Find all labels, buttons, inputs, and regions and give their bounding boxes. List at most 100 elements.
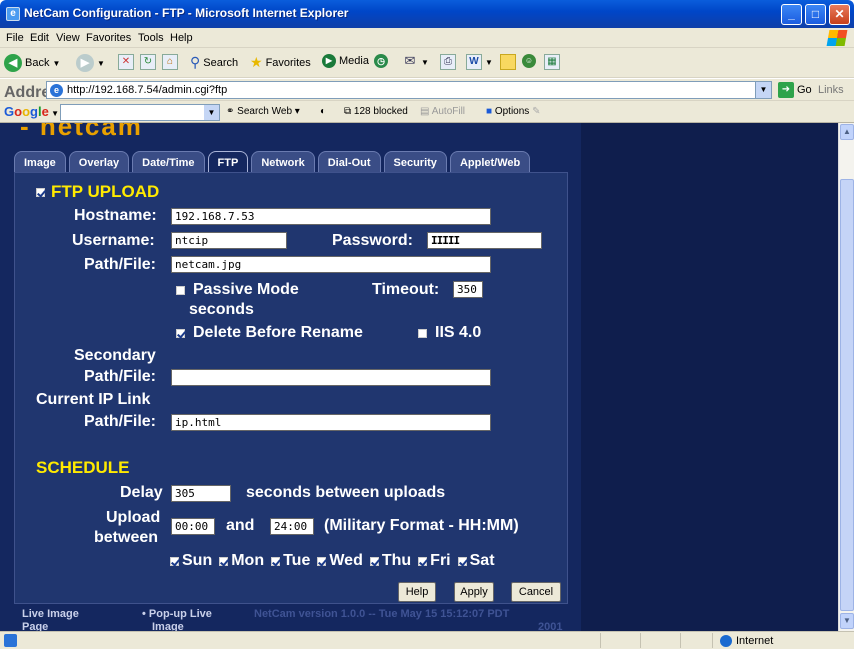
address-input[interactable]: e http://192.168.7.54/admin.cgi?ftp ▼ — [46, 81, 772, 99]
day-sun[interactable]: Sun — [170, 552, 212, 570]
day-tue-label: Tue — [283, 552, 311, 569]
scroll-up-arrow-icon[interactable]: ▲ — [840, 124, 854, 140]
search-button[interactable]: ⚲ Search — [190, 54, 238, 71]
word-edit-button[interactable]: W ▼ — [466, 54, 493, 70]
tab-network[interactable]: Network — [251, 151, 315, 173]
mail-button[interactable]: ✉ ▼ — [402, 54, 429, 70]
password-input[interactable]: IIIII — [427, 232, 542, 249]
back-button[interactable]: ◀ Back ▼ — [4, 54, 60, 72]
day-wed[interactable]: Wed — [317, 552, 363, 570]
tab-dial-out[interactable]: Dial-Out — [317, 151, 381, 173]
popup-blocker-button[interactable]: ⧉ 128 blocked — [344, 106, 408, 117]
maximize-button[interactable]: □ — [805, 4, 826, 25]
options-label: Options — [494, 106, 530, 117]
options-button[interactable]: ■ Options ✎ — [486, 106, 540, 117]
live-image-link[interactable]: Live Image — [22, 608, 79, 620]
links-button[interactable]: Links — [818, 84, 844, 96]
days-row: Sun Mon Tue Wed Thu Fri Sat — [170, 552, 495, 570]
autofill-button[interactable]: ▤ AutoFill — [420, 106, 465, 117]
browser-toolbar: ◀ Back ▼ ▶ ▼ ✕ ↻ ⌂ ⚲ Search ★ Favorites … — [0, 48, 854, 78]
current-ip-path-input[interactable]: ip.html — [171, 414, 491, 431]
history-button[interactable]: ◷ — [374, 54, 388, 68]
pagerank-button[interactable]: ◐ — [320, 106, 326, 117]
tab-date-time[interactable]: Date/Time — [132, 151, 205, 173]
end-time-input[interactable]: 24:00 — [270, 518, 314, 535]
print-button[interactable]: ⎙ — [440, 54, 456, 70]
menu-tools[interactable]: Tools — [138, 32, 164, 44]
day-fri-checkbox[interactable] — [418, 556, 428, 566]
day-sat[interactable]: Sat — [457, 552, 495, 570]
start-time-input[interactable]: 00:00 — [171, 518, 215, 535]
menu-view[interactable]: View — [56, 32, 80, 44]
live-image-link-2[interactable]: Page — [22, 621, 48, 631]
day-sun-label: Sun — [182, 552, 213, 569]
home-button[interactable]: ⌂ — [162, 54, 178, 70]
tab-image[interactable]: Image — [14, 151, 66, 173]
passive-mode-checkbox[interactable] — [176, 285, 185, 295]
scrollbar-thumb[interactable] — [840, 179, 854, 611]
timeout-input[interactable]: 350 — [453, 281, 483, 298]
delete-before-rename-checkbox[interactable] — [176, 328, 185, 338]
help-button[interactable]: Help — [398, 582, 436, 602]
google-search-input[interactable]: ▼ — [60, 104, 220, 121]
chevron-down-icon[interactable]: ▼ — [755, 82, 771, 98]
day-thu[interactable]: Thu — [369, 552, 411, 570]
spreadsheet-button[interactable]: ▦ — [544, 54, 560, 70]
chevron-down-icon[interactable]: ▼ — [204, 105, 219, 120]
page-icon: e — [50, 84, 63, 97]
cancel-button[interactable]: Cancel — [511, 582, 561, 602]
go-label: Go — [797, 84, 812, 96]
apply-button[interactable]: Apply — [454, 582, 494, 602]
username-input[interactable]: ntcip — [171, 232, 287, 249]
close-button[interactable]: ✕ — [829, 4, 850, 25]
day-sun-checkbox[interactable] — [170, 556, 179, 566]
day-fri[interactable]: Fri — [418, 552, 451, 570]
netcam-logo: - netcam — [20, 123, 143, 141]
menu-file[interactable]: File — [6, 32, 24, 44]
stop-button[interactable]: ✕ — [118, 54, 134, 70]
day-tue-checkbox[interactable] — [271, 556, 281, 566]
delete-before-rename-option[interactable]: Delete Before Rename — [176, 324, 363, 342]
iis-option[interactable]: IIS 4.0 — [418, 324, 481, 342]
minimize-button[interactable]: _ — [781, 4, 802, 25]
popup-live-link[interactable]: • Pop-up Live — [142, 608, 212, 620]
favorites-button[interactable]: ★ Favorites — [250, 54, 311, 71]
forward-button[interactable]: ▶ ▼ — [76, 54, 105, 72]
ftp-upload-checkbox[interactable] — [36, 188, 45, 198]
folder-button[interactable] — [500, 54, 516, 70]
go-button[interactable]: ➜ Go — [778, 82, 812, 98]
path-input[interactable]: netcam.jpg — [171, 256, 491, 273]
between-label: between — [94, 529, 159, 546]
menu-favorites[interactable]: Favorites — [86, 32, 131, 44]
status-divider — [640, 633, 641, 648]
hostname-input[interactable]: 192.168.7.53 — [171, 208, 491, 225]
status-bar: Internet — [0, 631, 854, 649]
menu-edit[interactable]: Edit — [30, 32, 49, 44]
scroll-down-arrow-icon[interactable]: ▼ — [840, 613, 854, 629]
day-mon-checkbox[interactable] — [219, 556, 229, 566]
passive-mode-option[interactable]: Passive Mode — [176, 281, 299, 299]
media-button[interactable]: ▶ Media — [322, 54, 369, 68]
tab-overlay[interactable]: Overlay — [68, 151, 130, 173]
security-zone: Internet — [720, 635, 773, 647]
secondary-path-input[interactable] — [171, 369, 491, 386]
delay-input[interactable]: 305 — [171, 485, 231, 502]
dropdown-arrow-icon: ▼ — [97, 58, 105, 68]
vertical-scrollbar[interactable]: ▲ ▼ — [838, 123, 854, 631]
tab-ftp[interactable]: FTP — [207, 151, 249, 173]
day-tue[interactable]: Tue — [271, 552, 310, 570]
iis-checkbox[interactable] — [418, 328, 427, 338]
messenger-button[interactable]: ☺ — [522, 54, 536, 68]
day-wed-checkbox[interactable] — [317, 556, 327, 566]
day-thu-checkbox[interactable] — [369, 556, 379, 566]
day-sat-checkbox[interactable] — [457, 556, 467, 566]
menu-help[interactable]: Help — [170, 32, 193, 44]
schedule-title: SCHEDULE — [36, 458, 130, 477]
tab-applet-web[interactable]: Applet/Web — [449, 151, 531, 173]
tab-security[interactable]: Security — [383, 151, 447, 173]
google-logo[interactable]: Google ▼ — [4, 104, 59, 119]
refresh-button[interactable]: ↻ — [140, 54, 156, 70]
search-web-button[interactable]: ⚭ Search Web ▾ — [226, 106, 300, 117]
day-mon[interactable]: Mon — [219, 552, 264, 570]
popup-live-link-2[interactable]: Image — [152, 621, 184, 631]
